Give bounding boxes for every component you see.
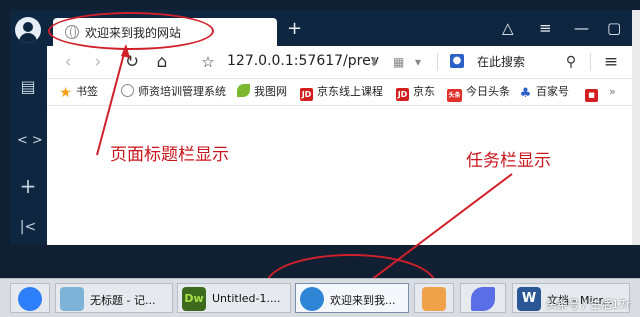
taskbar-item-app-k[interactable]: [414, 283, 454, 313]
app-k-icon: [422, 287, 446, 311]
feishu-icon: [471, 287, 495, 311]
taskbar: 无标题 - 记... Dw Untitled-1.... 欢迎来到我... W …: [0, 278, 640, 317]
baidu-netdisk-icon: [18, 287, 42, 311]
taskbar-item-label: 无标题 - 记...: [90, 294, 156, 307]
title-arrow-line: [96, 45, 127, 156]
taskbar-item-browser[interactable]: 欢迎来到我...: [295, 283, 409, 313]
annotation-taskbar: 任务栏显示: [466, 151, 551, 171]
title-arrow-head: [121, 44, 130, 58]
taskbar-item-baidu-netdisk[interactable]: [10, 283, 50, 313]
taskbar-item-label: Untitled-1....: [212, 292, 281, 305]
notepad-icon: [60, 287, 84, 311]
taskbar-item-label: 欢迎来到我...: [330, 294, 396, 307]
browser-icon: [300, 287, 324, 311]
taskbar-item-notepad[interactable]: 无标题 - 记...: [55, 283, 173, 313]
watermark: 头条号 / 生活17r: [546, 298, 631, 311]
taskbar-item-dreamweaver[interactable]: Dw Untitled-1....: [177, 283, 291, 313]
taskbar-arrow-line: [362, 173, 513, 287]
annotation-title-bar: 页面标题栏显示: [110, 145, 229, 165]
dreamweaver-icon: Dw: [182, 287, 206, 311]
taskbar-item-feishu[interactable]: [460, 283, 506, 313]
word-icon: W: [517, 287, 541, 311]
